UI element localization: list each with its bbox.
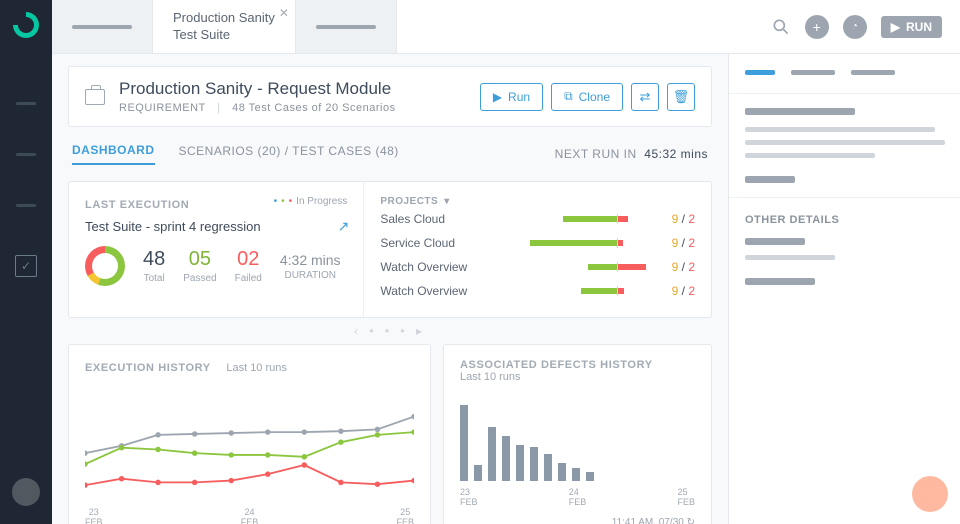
execution-history-chart — [85, 384, 414, 504]
nav-item-3[interactable] — [16, 204, 36, 207]
project-row: Sales Cloud9 / 2 — [380, 207, 695, 231]
top-bar: Production Sanity Test Suite ✕ + ◔ ▶ RUN — [52, 0, 960, 54]
subtitle: 48 Test Cases of 20 Scenarios — [232, 102, 396, 114]
tab-scenarios[interactable]: SCENARIOS (20) / TEST CASES (48) — [179, 144, 399, 164]
tab-active[interactable]: Production Sanity Test Suite ✕ — [153, 0, 296, 53]
tab-3[interactable] — [296, 0, 397, 53]
tab-1[interactable] — [52, 0, 153, 53]
project-row: Watch Overview9 / 2 — [380, 255, 695, 279]
run-top-button[interactable]: ▶ RUN — [881, 16, 942, 38]
app-logo — [13, 12, 39, 38]
chat-fab[interactable] — [912, 476, 948, 512]
user-avatar[interactable] — [12, 478, 40, 506]
nav-item-2[interactable] — [16, 153, 36, 156]
type-label: REQUIREMENT — [119, 102, 206, 114]
exec-history-title: EXECUTION HISTORY — [85, 362, 211, 374]
defects-history-card: ASSOCIATED DEFECTS HISTORY Last 10 runs … — [443, 344, 712, 524]
nav-item-1[interactable] — [16, 102, 36, 105]
close-icon[interactable]: ✕ — [279, 6, 289, 20]
failed-value: 02 — [235, 248, 262, 271]
last-exec-title: LAST EXECUTION — [85, 199, 189, 211]
clock-icon[interactable]: ◔ — [843, 15, 867, 39]
suite-name: Test Suite - sprint 4 regression — [85, 219, 347, 234]
in-progress-badge: ••• In Progress — [274, 196, 348, 207]
chevron-down-icon: ▾ — [444, 196, 450, 207]
clone-button[interactable]: ⧉ Clone — [551, 83, 623, 111]
project-row: Watch Overview9 / 2 — [380, 279, 695, 303]
open-icon[interactable]: ↗ — [338, 218, 350, 235]
projects-header[interactable]: PROJECTS ▾ — [380, 196, 695, 207]
defects-title: ASSOCIATED DEFECTS HISTORY — [460, 359, 695, 371]
duration-value: 4:32 mins — [280, 252, 341, 268]
delete-button[interactable]: 🗑 — [667, 83, 695, 111]
carousel-dots[interactable]: ‹ • • • ▸ — [68, 324, 712, 338]
search-icon[interactable] — [771, 17, 791, 37]
total-value: 48 — [143, 248, 165, 271]
other-details-title: OTHER DETAILS — [745, 214, 944, 226]
run-button[interactable]: ▶ Run — [480, 83, 543, 111]
swap-button[interactable]: ⇄ — [631, 83, 659, 111]
page-header: Production Sanity - Request Module REQUI… — [68, 66, 712, 127]
exec-donut-chart — [85, 246, 125, 286]
last-execution-card: LAST EXECUTION ••• In Progress Test Suit… — [68, 181, 712, 318]
next-run-label: NEXT RUN IN — [555, 147, 637, 161]
tab-title: Production Sanity Test Suite — [173, 10, 275, 44]
add-button[interactable]: + — [805, 15, 829, 39]
defects-timestamp: 11:41 AM, 07/30 — [612, 517, 684, 524]
side-nav: ✓ — [0, 0, 52, 524]
page-title: Production Sanity - Request Module — [119, 79, 396, 99]
defects-bar-chart — [460, 391, 695, 481]
nav-item-tests[interactable]: ✓ — [15, 255, 37, 277]
suite-icon — [85, 89, 105, 105]
passed-value: 05 — [183, 248, 216, 271]
tab-dashboard[interactable]: DASHBOARD — [72, 143, 155, 165]
details-panel: OTHER DETAILS — [728, 54, 960, 524]
project-row: Service Cloud9 / 2 — [380, 231, 695, 255]
next-run-value: 45:32 mins — [644, 147, 708, 161]
execution-history-card: EXECUTION HISTORY Last 10 runs — [68, 344, 431, 524]
